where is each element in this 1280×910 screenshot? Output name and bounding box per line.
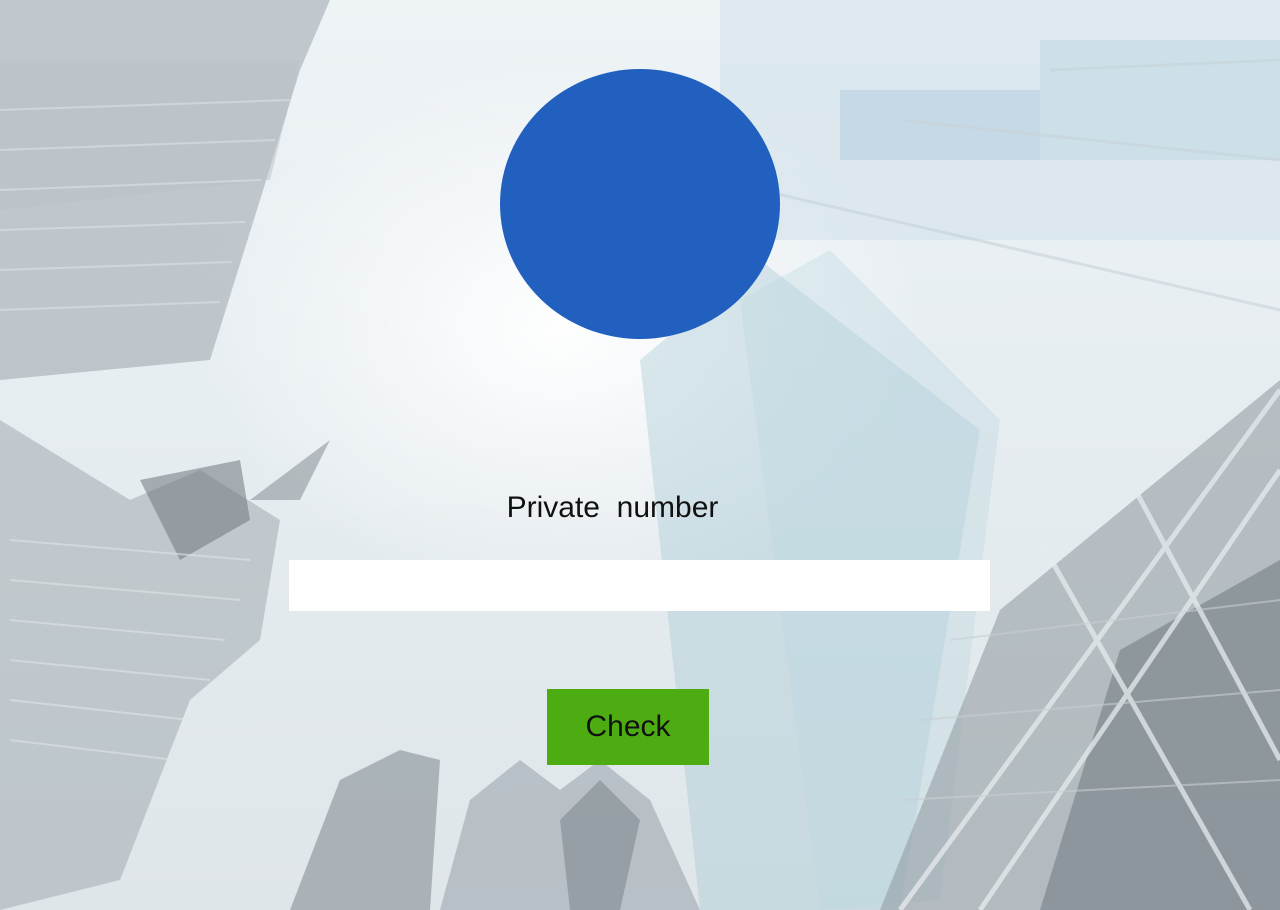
- private-number-label: Private number: [506, 491, 719, 524]
- logo-circle: [500, 69, 780, 339]
- check-button[interactable]: Check: [547, 689, 709, 765]
- private-number-input[interactable]: [289, 560, 990, 611]
